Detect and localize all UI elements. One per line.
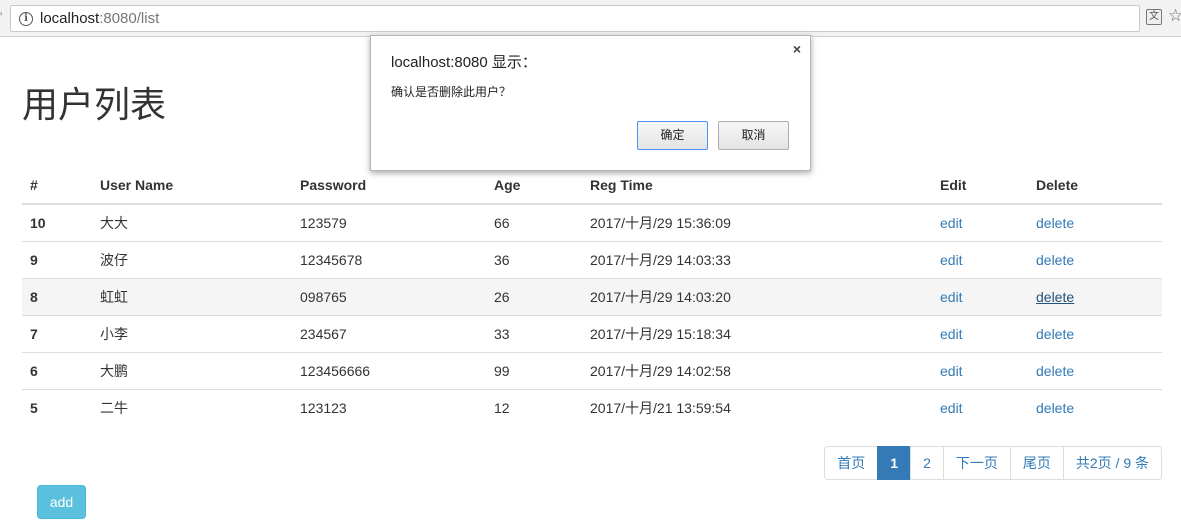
cell-username: 大鹏	[92, 351, 292, 389]
cell-regtime: 2017/十月/29 14:03:20	[582, 277, 932, 315]
cell-password: 234567	[292, 314, 486, 352]
cell-id: 6	[22, 351, 92, 389]
next-page-button[interactable]: 下一页	[942, 446, 1011, 480]
cell-age: 33	[486, 314, 582, 352]
pagination: 首页 1 2 下一页 尾页 共2页 / 9 条	[824, 446, 1162, 480]
header-age: Age	[486, 166, 582, 205]
cell-edit: edit	[932, 277, 1028, 315]
table-row: 7 小李 234567 33 2017/十月/29 15:18:34 edit …	[22, 314, 1162, 352]
page-2-button[interactable]: 2	[910, 446, 944, 480]
delete-link[interactable]: delete	[1036, 215, 1074, 231]
cell-delete: delete	[1028, 388, 1162, 426]
table-row: 10 大大 123579 66 2017/十月/29 15:36:09 edit…	[22, 204, 1162, 241]
table-row: 6 大鹏 123456666 99 2017/十月/29 14:02:58 ed…	[22, 351, 1162, 389]
close-icon[interactable]: ×	[793, 41, 801, 57]
table-header-row: # User Name Password Age Reg Time Edit D…	[22, 166, 1162, 205]
window-edge-marker: '	[0, 10, 3, 24]
cell-username: 大大	[100, 214, 128, 231]
url-input[interactable]: i localhost:8080/list	[10, 5, 1140, 32]
edit-link[interactable]: edit	[940, 289, 963, 305]
bookmark-star-icon[interactable]: ☆	[1168, 6, 1181, 26]
cell-id: 9	[22, 240, 92, 278]
header-password: Password	[292, 166, 486, 205]
cell-edit: edit	[932, 351, 1028, 389]
cell-id: 10	[30, 214, 46, 231]
url-path: :8080/list	[99, 10, 160, 27]
delete-link[interactable]: delete	[1036, 400, 1074, 416]
add-button[interactable]: add	[37, 485, 86, 519]
delete-link[interactable]: delete	[1036, 289, 1074, 305]
cell-edit: edit	[932, 388, 1028, 426]
first-page-button[interactable]: 首页	[824, 446, 879, 480]
edit-link[interactable]: edit	[940, 326, 963, 342]
delete-link[interactable]: delete	[1036, 326, 1074, 342]
page-summary: 共2页 / 9 条	[1062, 446, 1162, 480]
table-row: 5 二牛 123123 12 2017/十月/21 13:59:54 edit …	[22, 388, 1162, 426]
page-title: 用户列表	[22, 85, 167, 126]
cell-username: 二牛	[92, 388, 292, 426]
users-table: # User Name Password Age Reg Time Edit D…	[22, 166, 1162, 426]
cell-password: 123579	[300, 214, 347, 231]
cell-password: 12345678	[292, 240, 486, 278]
cell-id: 8	[22, 277, 92, 315]
delete-link[interactable]: delete	[1036, 363, 1074, 379]
confirm-dialog: × localhost:8080 显示： 确认是否删除此用户？ 确定 取消	[370, 35, 811, 171]
dialog-message: 确认是否删除此用户？	[391, 85, 512, 99]
page-1-button[interactable]: 1	[877, 446, 912, 480]
header-id: #	[22, 166, 92, 205]
cell-age: 66	[494, 214, 510, 231]
url-text[interactable]: localhost:8080/list	[40, 10, 159, 27]
edit-link[interactable]: edit	[940, 215, 963, 231]
info-icon[interactable]: i	[19, 12, 33, 26]
header-username: User Name	[92, 166, 292, 205]
cell-regtime: 2017/十月/29 14:03:33	[582, 240, 932, 278]
last-page-button[interactable]: 尾页	[1009, 446, 1064, 480]
edit-link[interactable]: edit	[940, 400, 963, 416]
cell-username: 小李	[92, 314, 292, 352]
cell-regtime: 2017/十月/29 15:36:09	[590, 214, 731, 231]
cell-age: 26	[486, 277, 582, 315]
cell-regtime: 2017/十月/21 13:59:54	[582, 388, 932, 426]
cell-delete: delete	[1028, 277, 1162, 315]
table-row-hovered: 8 虹虹 098765 26 2017/十月/29 14:03:20 edit …	[22, 277, 1162, 315]
cell-delete: delete	[1028, 204, 1162, 241]
cell-username: 虹虹	[92, 277, 292, 315]
cell-password: 123123	[292, 388, 486, 426]
browser-address-bar: ' i localhost:8080/list 文 ☆	[0, 0, 1181, 37]
cell-id: 5	[22, 388, 92, 426]
delete-link[interactable]: delete	[1036, 252, 1074, 268]
header-edit: Edit	[932, 166, 1028, 205]
translate-icon[interactable]: 文	[1146, 9, 1162, 25]
url-host: localhost	[40, 10, 100, 27]
cell-password: 098765	[292, 277, 486, 315]
cell-regtime: 2017/十月/29 15:18:34	[582, 314, 932, 352]
cell-age: 12	[486, 388, 582, 426]
cell-edit: edit	[932, 314, 1028, 352]
cell-id: 7	[22, 314, 92, 352]
cell-delete: delete	[1028, 314, 1162, 352]
edit-link[interactable]: edit	[940, 252, 963, 268]
cell-username: 波仔	[92, 240, 292, 278]
table-row: 9 波仔 12345678 36 2017/十月/29 14:03:33 edi…	[22, 240, 1162, 278]
header-regtime: Reg Time	[582, 166, 932, 205]
cell-delete: delete	[1028, 351, 1162, 389]
cell-regtime: 2017/十月/29 14:02:58	[582, 351, 932, 389]
cell-edit: edit	[932, 204, 1028, 241]
dialog-title: localhost:8080 显示：	[391, 54, 537, 71]
confirm-cancel-button[interactable]: 取消	[718, 121, 789, 150]
cell-password: 123456666	[292, 351, 486, 389]
cell-age: 36	[486, 240, 582, 278]
cell-age: 99	[486, 351, 582, 389]
confirm-ok-button[interactable]: 确定	[637, 121, 708, 150]
cell-delete: delete	[1028, 240, 1162, 278]
cell-edit: edit	[932, 240, 1028, 278]
edit-link[interactable]: edit	[940, 363, 963, 379]
header-delete: Delete	[1028, 166, 1162, 205]
